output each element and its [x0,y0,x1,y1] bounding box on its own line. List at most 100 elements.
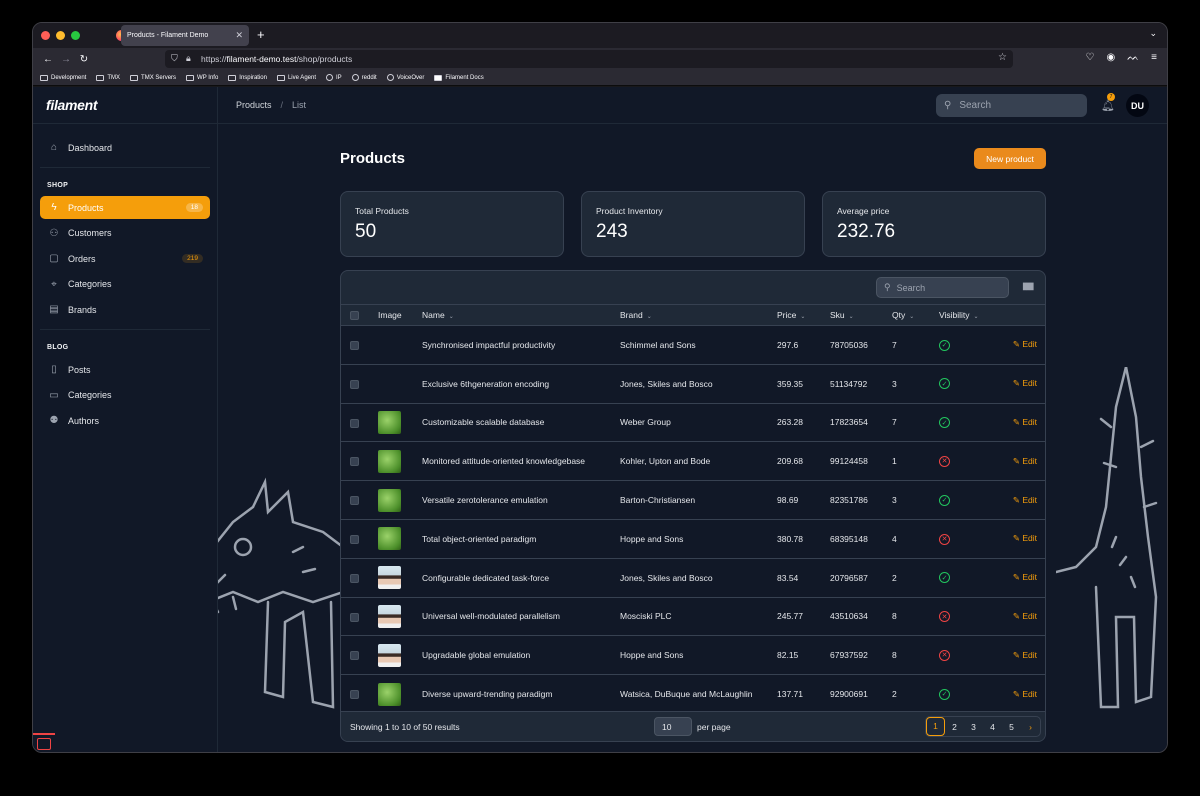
page-button-2[interactable]: 2 [945,722,964,732]
url-bar[interactable]: ⛉ 🔒︎ https://filament-demo.test/shop/pro… [165,50,1013,68]
sidebar-item-brands[interactable]: ▤ Brands [40,298,210,321]
sidebar-item-dashboard[interactable]: ⌂ Dashboard [40,136,210,159]
edit-button[interactable]: ✎ Edit [1013,650,1037,660]
sidebar-item-posts[interactable]: ▯ Posts [40,358,210,381]
row-checkbox[interactable] [350,341,359,351]
table-row[interactable]: Versatile zerotolerance emulation Barton-… [341,480,1045,520]
bookmarks-bar: Development TMX TMX Servers WP Info Insp… [33,70,1167,86]
row-checkbox[interactable] [350,418,359,428]
bookmark-item[interactable]: Filament Docs [434,74,484,81]
table-row[interactable]: Total object-oriented paradigm Hoppe and … [341,519,1045,559]
edit-button[interactable]: ✎ Edit [1013,417,1037,427]
forward-icon[interactable]: → [57,54,75,65]
column-header-qty[interactable]: Qty ⌄ [892,304,939,326]
sidebar-item-categories[interactable]: ⌖ Categories [40,273,210,296]
breadcrumb-separator: / [280,100,284,110]
maximize-window-button[interactable] [71,31,80,40]
visible-check-icon: ✓ [939,417,950,429]
new-tab-icon[interactable]: + [257,27,265,42]
column-header-brand[interactable]: Brand ⌄ [620,304,777,326]
table-search-input[interactable]: ⚲ Search [876,277,1009,298]
sidebar-item-blog-categories[interactable]: ▭ Categories [40,384,210,407]
row-checkbox[interactable] [350,457,359,467]
table-row[interactable]: Monitored attitude-oriented knowledgebas… [341,441,1045,482]
row-checkbox[interactable] [350,535,359,544]
menu-icon[interactable]: ≡ [1151,52,1157,63]
pocket-icon[interactable]: ♡ [1086,52,1095,63]
close-tab-icon[interactable]: ✕ [235,30,243,41]
edit-button[interactable]: ✎ Edit [1013,611,1037,621]
list-tabs-icon[interactable]: ⌄ [1149,28,1157,39]
table-row[interactable]: Universal well-modulated parallelism Mosc… [341,597,1045,637]
row-checkbox[interactable] [350,496,359,506]
edit-button[interactable]: ✎ Edit [1013,689,1037,699]
column-header-price[interactable]: Price ⌄ [777,304,830,326]
new-product-button[interactable]: New product [974,148,1046,169]
bookmark-item[interactable]: Inspiration [228,74,267,81]
back-icon[interactable]: ← [39,54,57,65]
next-page-icon[interactable]: › [1021,722,1040,732]
bookmark-item[interactable]: IP [326,74,342,81]
extension-icon[interactable]: ᨓ [1127,52,1139,63]
page-button-3[interactable]: 3 [964,722,983,732]
sidebar-item-authors[interactable]: ⚉ Authors [40,409,210,432]
bookmark-item[interactable]: WP Info [186,74,218,81]
edit-button[interactable]: ✎ Edit [1013,572,1037,582]
page-button-1[interactable]: 1 [926,717,945,736]
minimize-window-button[interactable] [56,31,65,40]
bookmark-item[interactable]: TMX Servers [130,74,176,81]
lock-icon[interactable]: 🔒︎ [186,53,191,64]
close-window-button[interactable] [41,31,50,40]
edit-button[interactable]: ✎ Edit [1013,339,1037,349]
per-page-select[interactable]: 10 [654,717,692,736]
column-header-name[interactable]: Name ⌄ [422,304,620,326]
page-button-4[interactable]: 4 [983,722,1002,732]
bookmark-item[interactable]: reddit [351,74,377,81]
column-header-visibility[interactable]: Visibility ⌄ [939,304,1005,326]
bookmark-item[interactable]: Live Agent [276,74,316,81]
sidebar-item-customers[interactable]: ⚇ Customers [40,222,210,245]
bookmark-star-icon[interactable]: ☆ [998,52,1007,63]
global-search-input[interactable]: ⚲ Search [936,94,1087,117]
page-button-5[interactable]: 5 [1002,722,1021,732]
hidden-x-icon: ✕ [939,533,950,545]
reload-icon[interactable]: ↻ [75,54,93,65]
bookmark-item[interactable]: VoiceOver [386,74,424,81]
sort-icon: ⌄ [448,314,454,320]
table-row[interactable]: Synchronised impactful productivity Schim… [341,325,1045,365]
folder-icon [40,74,48,81]
edit-button[interactable]: ✎ Edit [1013,456,1037,466]
select-all-checkbox[interactable] [350,311,359,321]
bell-icon[interactable]: 🔔︎ 7 [1101,93,1115,112]
table-row[interactable]: Diverse upward-trending paradigm Watsica,… [341,674,1045,714]
bookmark-item[interactable]: TMX [96,74,120,81]
row-checkbox[interactable] [350,690,359,700]
app-logo[interactable]: filament [33,87,217,124]
table-row[interactable]: Configurable dedicated task-force Jones, … [341,558,1045,598]
shield-icon[interactable]: ⛉ [171,53,178,64]
avatar[interactable]: DU [1126,94,1149,117]
sidebar-item-products[interactable]: ϟ Products 18 [40,196,210,219]
columns-toggle-icon[interactable]: ▮▮▮ [1022,281,1034,292]
sidebar-item-orders[interactable]: ▢ Orders 219 [40,247,210,270]
table-row[interactable]: Customizable scalable database Weber Grou… [341,403,1045,443]
row-checkbox[interactable] [350,651,359,661]
table-row[interactable]: Upgradable global emulation Hoppe and Son… [341,635,1045,676]
breadcrumb-products[interactable]: Products [236,100,272,110]
row-checkbox[interactable] [350,612,359,622]
table-header-row: Image Name ⌄ Brand ⌄ Price ⌄ Sku ⌄ Qty ⌄ Visi… [341,304,1045,326]
browser-tab[interactable]: Products - Filament Demo ✕ [121,25,249,46]
pencil-icon: ✎ [1012,378,1023,389]
bookmark-item[interactable]: Development [40,74,86,81]
table-row[interactable]: Exclusive 6thgeneration encoding Jones, S… [341,364,1045,404]
edit-button[interactable]: ✎ Edit [1013,533,1037,543]
edit-button[interactable]: ✎ Edit [1013,495,1037,505]
laravel-debugbar-icon[interactable] [37,738,51,750]
pencil-icon: ✎ [1012,494,1023,505]
product-thumbnail [378,604,401,628]
row-checkbox[interactable] [350,573,359,583]
row-checkbox[interactable] [350,379,359,389]
edit-button[interactable]: ✎ Edit [1013,378,1037,388]
column-header-sku[interactable]: Sku ⌄ [830,304,892,326]
account-icon[interactable]: ◉ [1107,52,1116,63]
